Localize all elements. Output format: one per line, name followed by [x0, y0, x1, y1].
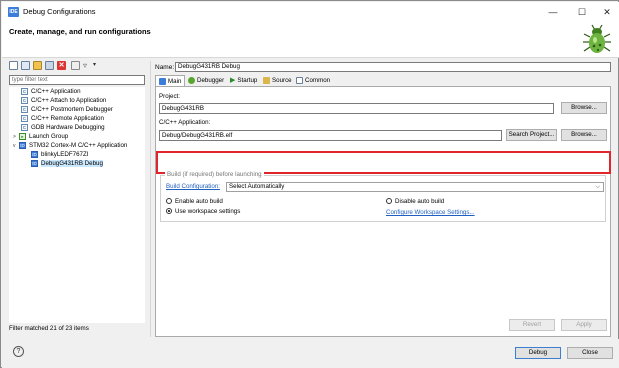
tree-item-stm32-cortex-m[interactable]: v ID STM32 Cortex-M C/C++ Application [13, 142, 127, 150]
build-configuration-value: Select Automatically [229, 183, 285, 190]
bug-icon [188, 76, 195, 84]
new-prototype-icon[interactable] [21, 61, 30, 70]
tab-label: Startup [237, 77, 258, 84]
play-icon: ▶ [230, 76, 236, 84]
tab-label: Main [168, 78, 182, 85]
main-tab-content: Project: DebugG431RB Browse... C/C++ App… [155, 86, 611, 337]
build-configuration-select[interactable]: Select Automatically ⌵ [226, 182, 604, 192]
apply-button[interactable]: Apply [561, 319, 607, 331]
dialog-header: Create, manage, and run configurations [2, 22, 619, 58]
debug-button[interactable]: Debug [515, 347, 561, 359]
tree-item-blinkyledf767zi[interactable]: ID blinkyLEDF767ZI [31, 151, 88, 159]
tree-item-cpp-remote[interactable]: C C/C++ Remote Application [21, 115, 104, 123]
c-icon: C [21, 124, 28, 131]
ide-icon: ID [31, 151, 38, 158]
radio-dot [166, 198, 172, 205]
filter-status-text: Filter matched 21 of 23 items [9, 325, 89, 332]
help-icon[interactable]: ? [13, 346, 24, 357]
panel-divider[interactable] [150, 61, 151, 337]
radio-label: Use workspace settings [175, 208, 241, 215]
window-title: Debug Configurations [23, 7, 96, 16]
radio-dot [386, 198, 392, 205]
c-icon: C [21, 115, 28, 122]
radio-dot-selected [166, 208, 172, 215]
revert-button[interactable]: Revert [509, 319, 555, 331]
source-icon [263, 76, 270, 84]
common-icon [296, 76, 303, 84]
tree-item-label: DebugG431RB Debug [41, 160, 103, 168]
tree-item-label: blinkyLEDF767ZI [41, 151, 89, 159]
duplicate-icon[interactable] [45, 61, 54, 70]
tree-item-label: C/C++ Application [31, 88, 81, 96]
configuration-tree: C C/C++ Application C C/C++ Attach to Appl… [9, 87, 145, 323]
tree-item-cpp-application[interactable]: C C/C++ Application [21, 88, 81, 96]
debug-configurations-window: IDE Debug Configurations — ☐ ✕ Create, m… [0, 0, 619, 368]
tab-label: Debugger [197, 77, 225, 84]
minimize-button[interactable]: — [542, 5, 564, 19]
tree-item-cpp-attach[interactable]: C C/C++ Attach to Application [21, 97, 106, 105]
build-before-launch-group: Build (if required) before launching Bui… [160, 171, 606, 222]
build-configuration-link[interactable]: Build Configuration: [166, 183, 220, 190]
main-tab-icon [159, 77, 166, 85]
project-browse-button[interactable]: Browse... [561, 102, 607, 114]
project-label: Project: [159, 93, 180, 100]
tree-item-label: C/C++ Attach to Application [31, 97, 107, 105]
tree-item-label: Launch Group [29, 133, 69, 141]
tree-item-label: C/C++ Postmortem Debugger [31, 106, 113, 114]
title-bar: IDE Debug Configurations — ☐ ✕ [2, 2, 619, 22]
build-group-legend: Build (if required) before launching [165, 171, 264, 178]
name-label: Name: [155, 64, 175, 71]
tree-item-label: STM32 Cortex-M C/C++ Application [29, 142, 128, 150]
project-field[interactable]: DebugG431RB [159, 103, 554, 114]
c-icon: C [21, 97, 28, 104]
export-icon[interactable] [33, 61, 42, 70]
new-configuration-icon[interactable] [9, 61, 18, 70]
dialog-footer: ? Debug Close [2, 339, 619, 368]
ide-icon: ID [19, 142, 26, 149]
close-window-button[interactable]: ✕ [596, 5, 618, 19]
use-workspace-settings-radio[interactable]: Use workspace settings [166, 208, 240, 216]
view-menu-chevron-down-icon[interactable]: ▾ [93, 61, 102, 70]
close-button[interactable]: Close [567, 347, 613, 359]
configuration-list-panel: ✕ ▿ ▾ type filter text C C/C++ Applicatio… [7, 61, 147, 337]
name-field[interactable]: DebugG431RB Debug [175, 62, 611, 72]
tab-label: Common [305, 77, 331, 84]
configure-workspace-settings-link[interactable]: Configure Workspace Settings... [386, 209, 475, 216]
chevron-down-icon: ⌵ [595, 184, 600, 190]
launch-group-icon: ▸ [19, 133, 26, 140]
dialog-heading: Create, manage, and run configurations [9, 27, 151, 36]
tab-label: Source [272, 77, 292, 84]
delete-icon[interactable]: ✕ [57, 61, 66, 70]
c-icon: C [21, 106, 28, 113]
radio-label: Enable auto build [175, 198, 223, 205]
bug-icon [583, 24, 611, 53]
app-icon: IDE [8, 7, 19, 17]
tree-item-launch-group[interactable]: > ▸ Launch Group [13, 133, 68, 141]
c-icon: C [21, 88, 28, 95]
maximize-button[interactable]: ☐ [571, 5, 593, 19]
cpp-application-field[interactable]: Debug/DebugG431RB.elf [159, 130, 502, 141]
search-project-button[interactable]: Search Project... [506, 129, 557, 141]
enable-auto-build-radio[interactable]: Enable auto build [166, 198, 223, 206]
cpp-application-label: C/C++ Application: [159, 119, 211, 126]
configuration-editor-panel: Name: DebugG431RB Debug Main Debugger ▶ S… [153, 61, 613, 337]
collapse-all-icon[interactable] [71, 61, 80, 70]
tree-item-label: GDB Hardware Debugging [31, 124, 105, 132]
tree-item-debugg431rb-debug[interactable]: ID DebugG431RB Debug [31, 160, 103, 168]
cpp-application-browse-button[interactable]: Browse... [561, 129, 607, 141]
disable-auto-build-radio[interactable]: Disable auto build [386, 198, 444, 206]
tree-item-gdb-hardware[interactable]: C GDB Hardware Debugging [21, 124, 105, 132]
filter-icon[interactable]: ▿ [83, 61, 92, 70]
radio-label: Disable auto build [395, 198, 445, 205]
configuration-toolbar: ✕ ▿ ▾ [9, 61, 139, 73]
tree-item-label: C/C++ Remote Application [31, 115, 104, 123]
ide-icon: ID [31, 160, 38, 167]
tree-item-cpp-postmortem[interactable]: C C/C++ Postmortem Debugger [21, 106, 113, 114]
filter-input[interactable]: type filter text [9, 75, 145, 85]
